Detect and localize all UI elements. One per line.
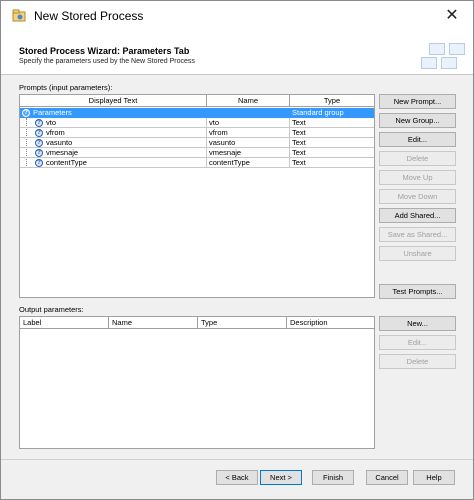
prompt-group-type: Standard group <box>290 108 374 118</box>
prompt-group-name <box>207 108 290 118</box>
wizard-window: New Stored Process ✕ Stored Process Wiza… <box>0 0 474 500</box>
column-header-type[interactable]: Type <box>290 95 374 107</box>
prompt-icon: ? <box>35 129 43 137</box>
prompt-text: vasunto <box>46 138 73 147</box>
prompts-label: Prompts (input parameters): <box>19 83 113 92</box>
edit-prompt-button[interactable]: Edit... <box>379 132 456 147</box>
prompts-table[interactable]: Displayed Text Name Type ? Parameters St… <box>19 94 375 298</box>
prompt-group-text: Parameters <box>33 108 72 117</box>
move-up-button[interactable]: Move Up <box>379 170 456 185</box>
finish-button[interactable]: Finish <box>312 470 354 485</box>
prompt-text: vmesnaje <box>46 148 79 157</box>
prompt-group-row[interactable]: ? Parameters Standard group <box>20 108 374 118</box>
edit-output-button[interactable]: Edit... <box>379 335 456 350</box>
new-output-button[interactable]: New... <box>379 316 456 331</box>
output-table[interactable]: Label Name Type Description <box>19 316 375 449</box>
prompt-text: vfrom <box>46 128 65 137</box>
column-header-name[interactable]: Name <box>207 95 290 107</box>
unshare-button[interactable]: Unshare <box>379 246 456 261</box>
prompt-icon: ? <box>35 159 43 167</box>
prompt-name: vmesnaje <box>207 148 290 158</box>
prompt-type: Text <box>290 138 374 148</box>
prompt-name: contentType <box>207 158 290 168</box>
prompt-type: Text <box>290 158 374 168</box>
column-header-type[interactable]: Type <box>198 317 287 329</box>
output-table-header: Label Name Type Description <box>20 317 374 329</box>
prompt-text: vto <box>46 118 57 127</box>
delete-output-button[interactable]: Delete <box>379 354 456 369</box>
back-button[interactable]: < Back <box>216 470 258 485</box>
new-group-button[interactable]: New Group... <box>379 113 456 128</box>
wizard-header: Stored Process Wizard: Parameters Tab Sp… <box>1 31 473 75</box>
prompt-row[interactable]: ? vasunto vasunto Text <box>20 138 374 148</box>
test-prompts-button[interactable]: Test Prompts... <box>379 284 456 299</box>
delete-prompt-button[interactable]: Delete <box>379 151 456 166</box>
stored-process-icon <box>12 9 26 22</box>
prompt-group-icon: ? <box>22 109 30 117</box>
prompts-table-header: Displayed Text Name Type <box>20 95 374 107</box>
title-bar: New Stored Process ✕ <box>1 1 473 31</box>
prompt-type: Text <box>290 128 374 138</box>
prompt-name: vto <box>207 118 290 128</box>
header-decoration <box>419 41 471 73</box>
column-header-displayed-text[interactable]: Displayed Text <box>20 95 207 107</box>
column-header-name[interactable]: Name <box>109 317 198 329</box>
close-icon[interactable]: ✕ <box>442 6 462 26</box>
prompt-type: Text <box>290 148 374 158</box>
save-as-shared-button[interactable]: Save as Shared... <box>379 227 456 242</box>
next-button[interactable]: Next > <box>260 470 302 485</box>
column-header-label[interactable]: Label <box>20 317 109 329</box>
prompt-row[interactable]: ? vfrom vfrom Text <box>20 128 374 138</box>
prompt-row[interactable]: ? vto vto Text <box>20 118 374 128</box>
prompt-icon: ? <box>35 149 43 157</box>
prompt-name: vfrom <box>207 128 290 138</box>
output-label: Output parameters: <box>19 305 84 314</box>
column-header-description[interactable]: Description <box>287 317 374 329</box>
prompt-type: Text <box>290 118 374 128</box>
wizard-step-title: Stored Process Wizard: Parameters Tab <box>19 46 190 56</box>
prompt-icon: ? <box>35 139 43 147</box>
new-prompt-button[interactable]: New Prompt... <box>379 94 456 109</box>
footer-divider <box>1 459 473 460</box>
cancel-button[interactable]: Cancel <box>366 470 408 485</box>
wizard-step-subtitle: Specify the parameters used by the New S… <box>19 58 195 65</box>
prompt-icon: ? <box>35 119 43 127</box>
help-button[interactable]: Help <box>413 470 455 485</box>
prompt-name: vasunto <box>207 138 290 148</box>
add-shared-button[interactable]: Add Shared... <box>379 208 456 223</box>
prompt-row[interactable]: ? contentType contentType Text <box>20 158 374 168</box>
prompt-row[interactable]: ? vmesnaje vmesnaje Text <box>20 148 374 158</box>
window-title: New Stored Process <box>34 9 144 23</box>
move-down-button[interactable]: Move Down <box>379 189 456 204</box>
prompt-text: contentType <box>46 158 87 167</box>
